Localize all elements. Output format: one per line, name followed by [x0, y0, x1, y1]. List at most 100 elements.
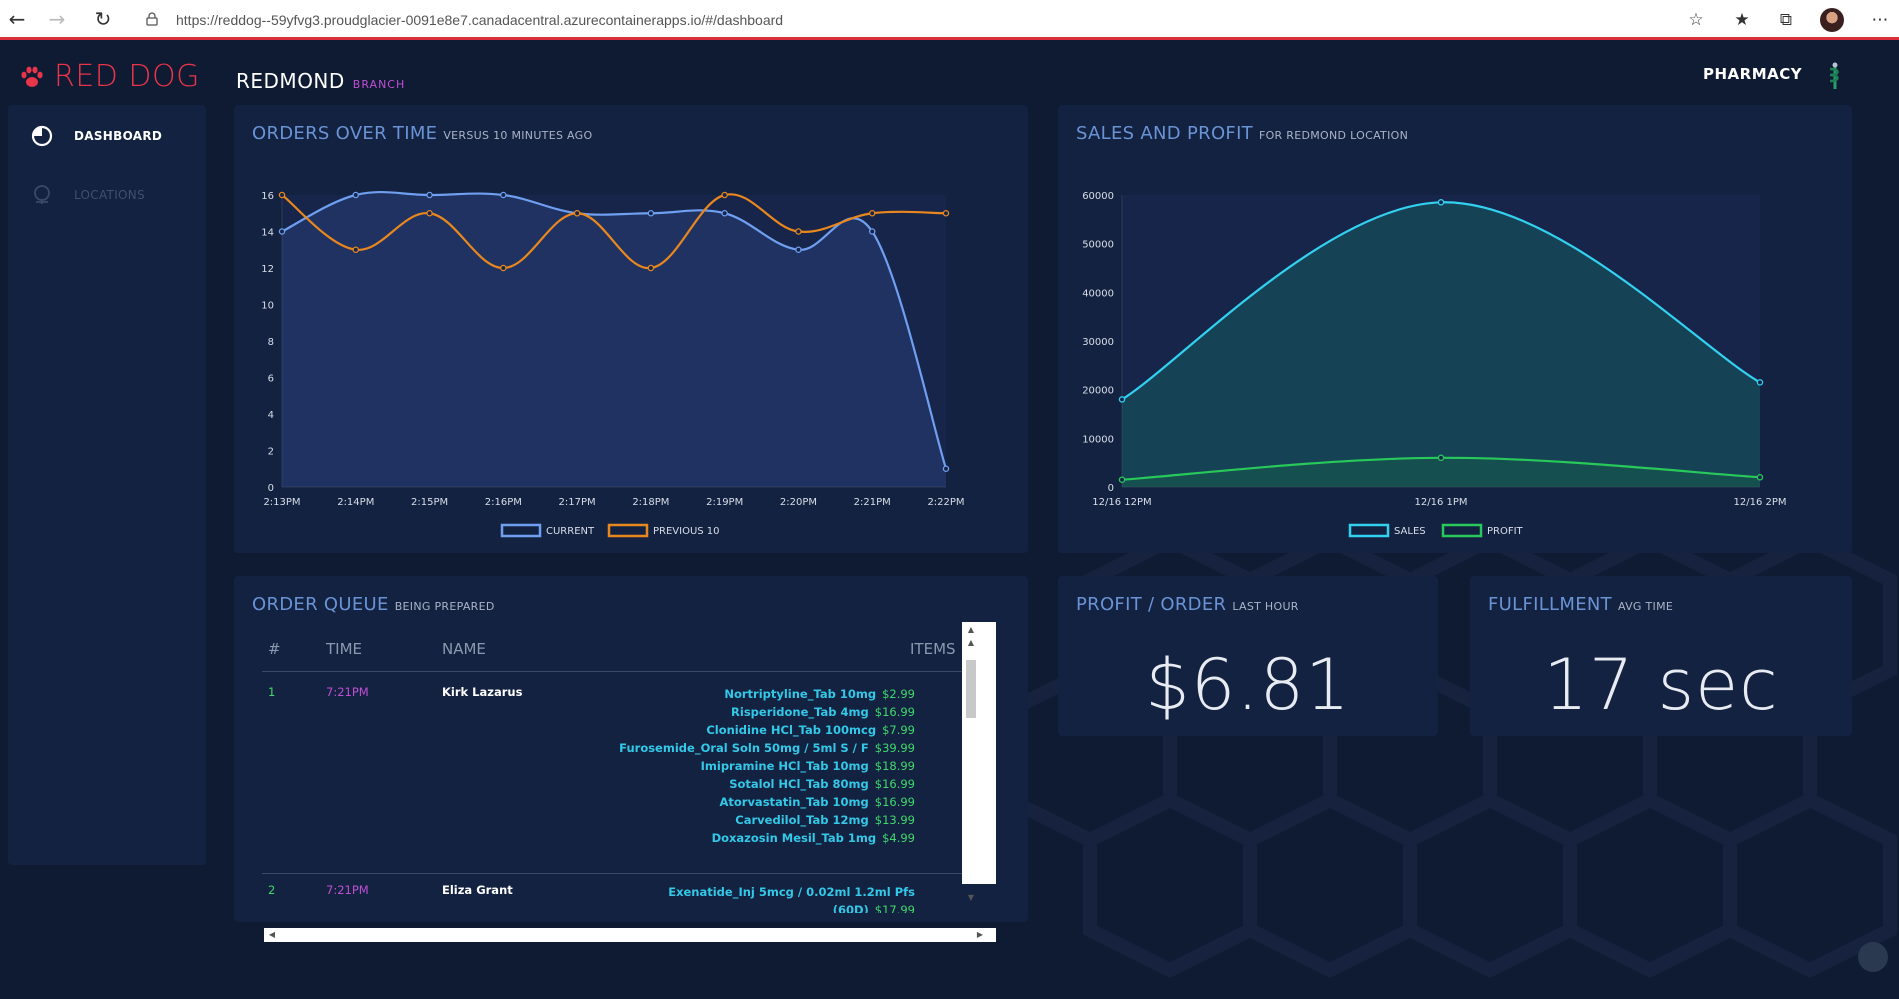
scrollbar-thumb[interactable]	[966, 660, 976, 718]
x-tick-label: 2:13PM	[263, 497, 300, 508]
queue-list[interactable]: 1 7:21PM Kirk Lazarus Nortriptyline_Tab …	[262, 673, 965, 913]
item-price: $16.99	[874, 777, 915, 791]
profile-avatar[interactable]	[1820, 8, 1844, 32]
customer-name: Eliza Grant	[442, 883, 513, 897]
store-type-label: PHARMACY	[1703, 65, 1803, 83]
data-point	[868, 228, 876, 235]
x-tick-label: 2:17PM	[559, 497, 596, 508]
scroll-right-arrow[interactable]: ▶	[974, 928, 986, 942]
item-name: Nortriptyline_Tab 10mg	[724, 687, 877, 701]
item-price: $16.99	[874, 705, 915, 719]
collections-icon[interactable]: ⧉	[1774, 8, 1798, 32]
data-point	[352, 246, 360, 253]
item-price: $18.99	[874, 759, 915, 773]
vertical-scrollbar[interactable]: ▲ ▲ ▼	[962, 622, 996, 902]
legend-swatch	[607, 523, 649, 538]
x-tick-label: 2:21PM	[854, 497, 891, 508]
item-name: Clonidine HCl_Tab 100mcg	[706, 723, 877, 737]
order-number: 2	[268, 883, 276, 897]
order-item: Atorvastatin_Tab 10mg $16.99	[615, 793, 915, 811]
order-items: Nortriptyline_Tab 10mg $2.99 Risperidone_…	[615, 685, 915, 847]
sidebar-item-dashboard[interactable]: DASHBOARD	[30, 121, 162, 151]
data-point	[278, 191, 286, 199]
forward-icon[interactable]: →	[44, 6, 70, 32]
sales-profit-panel: SALES AND PROFIT FOR REDMOND LOCATION 0 10…	[1058, 105, 1852, 553]
order-item: Clonidine HCl_Tab 100mcg $7.99	[615, 721, 915, 739]
data-point	[868, 210, 876, 217]
y-tick-label: 10000	[1082, 434, 1114, 445]
logo[interactable]: RED DOG	[18, 59, 200, 94]
panel-title: ORDER QUEUE BEING PREPARED	[252, 594, 495, 615]
data-point	[352, 191, 360, 199]
order-item: Doxazosin Mesil_Tab 1mg $4.99	[615, 829, 915, 847]
x-tick-label: 2:22PM	[927, 497, 964, 508]
data-point	[721, 210, 728, 217]
fulfillment-value: 17 sec	[1543, 644, 1779, 726]
back-icon[interactable]: ←	[4, 6, 30, 32]
fulfillment-card-subtitle: AVG TIME	[1617, 600, 1674, 613]
order-item: Risperidone_Tab 4mg $16.99	[615, 703, 915, 721]
horizontal-scrollbar[interactable]: ◀ ▶	[264, 928, 996, 942]
data-point	[942, 465, 950, 472]
y-tick-label: 16	[261, 191, 274, 202]
x-tick-label: 12/16 2PM	[1733, 497, 1786, 508]
item-price: $2.99	[882, 687, 915, 701]
header-divider	[262, 671, 965, 672]
globe-icon	[34, 185, 50, 204]
scroll-up-arrow[interactable]: ▲	[966, 637, 976, 649]
column-header-items: ITEMS	[910, 640, 956, 658]
address-bar[interactable]: https://reddog--59yfvg3.proudglacier-009…	[176, 6, 783, 34]
branch-name: REDMOND	[236, 69, 345, 93]
data-point	[647, 210, 655, 217]
profit-card-subtitle: LAST HOUR	[1232, 600, 1299, 613]
order-item: Imipramine HCl_Tab 10mg $18.99	[615, 757, 915, 775]
data-point	[942, 210, 950, 217]
y-tick-label: 50000	[1082, 240, 1114, 251]
paw-icon	[21, 66, 43, 87]
y-tick-label: 0	[268, 483, 274, 494]
data-point	[721, 191, 728, 199]
item-price: $13.99	[874, 813, 915, 827]
y-tick-label: 6	[268, 374, 274, 385]
table-row: 1 7:21PM Kirk Lazarus Nortriptyline_Tab …	[262, 685, 965, 875]
y-tick-label: 60000	[1082, 191, 1114, 202]
data-point	[1756, 379, 1764, 386]
profit-per-order-value: $6.81	[1145, 644, 1351, 726]
item-name: Risperidone_Tab 4mg	[731, 705, 869, 719]
queue-header: # TIME NAME ITEMS	[262, 640, 962, 670]
data-point	[1756, 474, 1764, 481]
favorites-icon[interactable]: ★	[1730, 8, 1754, 32]
item-price: $16.99	[874, 795, 915, 809]
branch-title: REDMOND BRANCH	[236, 69, 405, 93]
x-tick-label: 2:14PM	[337, 497, 374, 508]
sidebar: DASHBOARD LOCATIONS	[8, 105, 206, 865]
order-item: Furosemide_Oral Soln 50mg / 5ml S / F $39…	[615, 739, 915, 757]
item-name: Imipramine HCl_Tab 10mg	[700, 759, 869, 773]
x-tick-label: 2:16PM	[485, 497, 522, 508]
legend-label: PREVIOUS 10	[653, 526, 720, 537]
lock-icon[interactable]	[146, 12, 158, 26]
legend-label: SALES	[1394, 526, 1426, 537]
panel-title: PROFIT / ORDER LAST HOUR	[1076, 594, 1299, 615]
y-tick-label: 14	[261, 228, 274, 239]
refresh-icon[interactable]: ↻	[90, 6, 116, 32]
scroll-down-arrow[interactable]: ▼	[966, 892, 976, 904]
y-tick-label: 4	[268, 410, 274, 421]
scroll-left-arrow[interactable]: ◀	[266, 928, 278, 942]
y-tick-label: 2	[268, 447, 274, 458]
order-queue-title: ORDER QUEUE	[252, 594, 389, 615]
windows-badge-icon	[1858, 942, 1888, 972]
data-point	[795, 246, 802, 253]
table-row: 2 7:21PM Eliza Grant Exenatide_Inj 5mcg …	[262, 883, 965, 913]
item-price: $39.99	[874, 741, 915, 755]
item-price: $4.99	[882, 831, 915, 845]
scroll-up-arrow[interactable]: ▲	[966, 624, 976, 636]
more-icon[interactable]: ⋯	[1868, 8, 1892, 32]
profit-per-order-card: PROFIT / ORDER LAST HOUR $6.81	[1058, 576, 1438, 736]
order-items: Exenatide_Inj 5mcg / 0.02ml 1.2ml Pfs (6…	[615, 883, 915, 913]
sidebar-item-locations[interactable]: LOCATIONS	[30, 180, 145, 210]
order-item: Carvedilol_Tab 12mg $13.99	[615, 811, 915, 829]
favorite-add-icon[interactable]: ☆	[1684, 8, 1708, 32]
x-tick-label: 2:20PM	[780, 497, 817, 508]
x-tick-label: 12/16 12PM	[1092, 497, 1151, 508]
